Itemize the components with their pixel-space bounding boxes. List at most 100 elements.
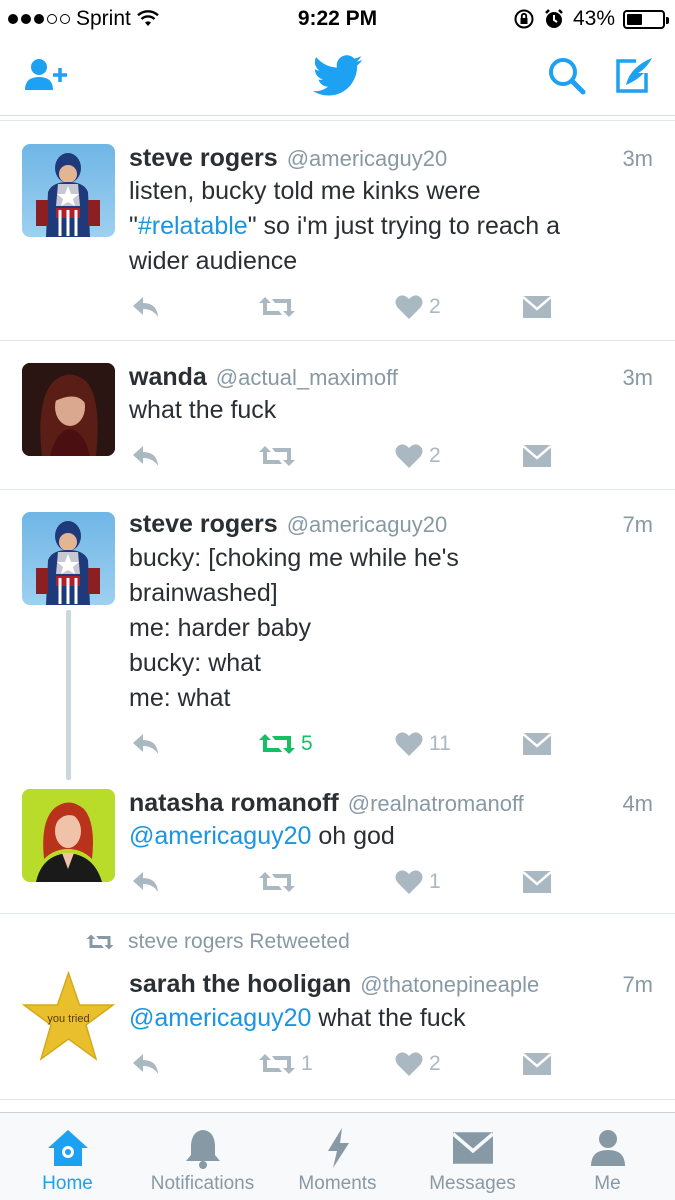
tab-messages[interactable]: Messages (405, 1113, 540, 1200)
tweet-actions: 5 11 (129, 729, 569, 759)
tweet-timestamp: 3m (622, 146, 653, 171)
like-button[interactable]: 1 (395, 867, 441, 897)
retweet-icon (259, 1054, 295, 1074)
tweet[interactable]: wanda @actual_maximoff 3m what the fuck … (0, 341, 675, 490)
envelope-icon (523, 871, 551, 893)
mention-link[interactable]: @americaguy20 (129, 822, 311, 850)
envelope-icon (452, 1132, 493, 1164)
direct-message-button[interactable] (523, 867, 551, 897)
tweet-author-name[interactable]: steve rogers (129, 510, 278, 539)
top-nav-bar (0, 38, 675, 116)
tab-me[interactable]: Me (540, 1113, 675, 1200)
tweet-author-name[interactable]: wanda (129, 363, 207, 392)
add-user-icon (25, 59, 67, 90)
tweet-actions: 1 2 (129, 1049, 569, 1079)
retweet-count: 5 (301, 732, 313, 755)
bottom-tab-bar: Home Notifications Moments Messages Me (0, 1112, 675, 1200)
search-button[interactable] (543, 54, 591, 98)
like-button[interactable]: 2 (395, 292, 441, 322)
heart-icon (395, 295, 423, 319)
add-user-button[interactable] (22, 54, 70, 98)
like-button[interactable]: 2 (395, 441, 441, 471)
tweet-text: @americaguy20 oh god (129, 822, 395, 850)
avatar-image (36, 153, 100, 237)
avatar[interactable] (22, 144, 115, 237)
tweet[interactable]: you tried sarah the hooligan @thatonepin… (0, 914, 675, 1100)
heart-icon (395, 732, 423, 756)
reply-button[interactable] (131, 729, 161, 759)
tweet-author-handle[interactable]: @actual_maximoff (216, 365, 615, 391)
tweet-text: @americaguy20 what the fuck (129, 1004, 466, 1032)
tweet-author-handle[interactable]: @thatonepineaple (360, 972, 614, 998)
like-count: 11 (429, 732, 451, 755)
like-count: 2 (429, 444, 441, 467)
avatar-image: you tried (22, 970, 115, 1061)
tweet[interactable]: steve rogers @americaguy20 7m bucky: [ch… (0, 490, 675, 770)
tweet-timestamp: 7m (622, 972, 653, 997)
avatar-image (36, 521, 100, 605)
retweet-count: 1 (301, 1052, 313, 1075)
envelope-icon (523, 296, 551, 318)
hashtag-link[interactable]: #relatable (138, 212, 248, 240)
direct-message-button[interactable] (523, 292, 551, 322)
tab-moments[interactable]: Moments (270, 1113, 405, 1200)
retweet-icon (259, 734, 295, 754)
avatar-caption: you tried (47, 1013, 89, 1025)
reply-icon (133, 734, 158, 754)
tweet-text: listen, bucky told me kinks were "#relat… (129, 177, 561, 275)
rotation-lock-icon (514, 9, 534, 29)
tab-home[interactable]: Home (0, 1113, 135, 1200)
mention-link[interactable]: @americaguy20 (129, 1004, 311, 1032)
tweet-text: what the fuck (129, 396, 277, 424)
like-button[interactable]: 11 (395, 729, 451, 759)
direct-message-button[interactable] (523, 729, 551, 759)
person-icon (590, 1130, 625, 1166)
like-count: 2 (429, 1052, 441, 1075)
retweet-button[interactable]: 5 (259, 729, 313, 759)
tweet-author-handle[interactable]: @americaguy20 (287, 512, 615, 538)
tweet-timestamp: 7m (622, 512, 653, 537)
reply-button[interactable] (131, 867, 161, 897)
avatar[interactable]: you tried (22, 970, 115, 1063)
tweet-author-name[interactable]: steve rogers (129, 144, 278, 173)
battery-icon (623, 9, 669, 29)
direct-message-button[interactable] (523, 1049, 551, 1079)
retweet-button[interactable]: 1 (259, 1049, 313, 1079)
retweet-button[interactable] (259, 441, 301, 471)
retweet-button[interactable] (259, 292, 301, 322)
envelope-icon (523, 733, 551, 755)
avatar-image (22, 363, 115, 456)
avatar[interactable] (22, 512, 115, 605)
compose-button[interactable] (610, 54, 658, 98)
envelope-icon (523, 445, 551, 467)
tab-notifications[interactable]: Notifications (135, 1113, 270, 1200)
like-count: 1 (429, 870, 441, 893)
tweet-author-name[interactable]: sarah the hooligan (129, 970, 351, 999)
reply-button[interactable] (131, 292, 161, 322)
like-button[interactable]: 2 (395, 1049, 441, 1079)
home-icon (47, 1130, 88, 1166)
tweet-author-handle[interactable]: @realnatromanoff (348, 791, 615, 817)
avatar[interactable] (22, 363, 115, 456)
reply-button[interactable] (131, 441, 161, 471)
avatar-image (22, 789, 115, 882)
twitter-logo (310, 54, 366, 98)
retweet-icon (259, 297, 295, 317)
tweet-author-name[interactable]: natasha romanoff (129, 789, 339, 818)
direct-message-button[interactable] (523, 441, 551, 471)
reply-button[interactable] (131, 1049, 161, 1079)
search-icon (549, 58, 586, 95)
heart-icon (395, 870, 423, 894)
tweet-actions: 2 (129, 292, 569, 322)
tweet-actions: 1 (129, 867, 569, 897)
retweet-icon (259, 446, 295, 466)
tweet-author-handle[interactable]: @americaguy20 (287, 146, 615, 172)
tweet-text: bucky: [choking me while he's brainwashe… (129, 544, 459, 712)
tweet[interactable]: steve rogers @americaguy20 3m listen, bu… (0, 122, 675, 341)
compose-icon (616, 58, 652, 93)
tweet[interactable]: natasha romanoff @realnatromanoff 4m @am… (0, 770, 675, 914)
avatar[interactable] (22, 789, 115, 882)
tweet-actions: 2 (129, 441, 569, 471)
retweet-button[interactable] (259, 867, 301, 897)
divider (0, 120, 675, 121)
